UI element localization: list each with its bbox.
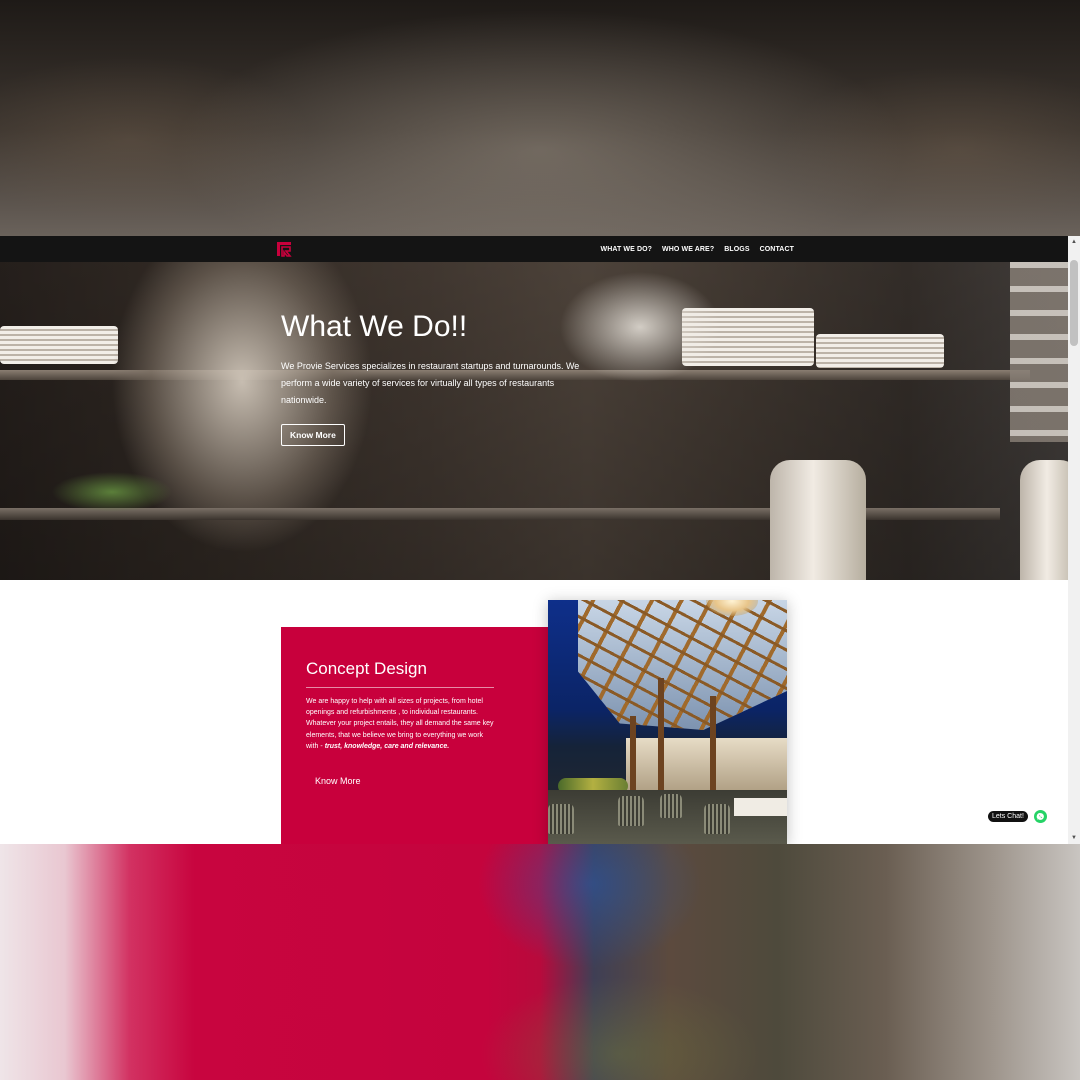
chat-widget[interactable]: Lets Chat! bbox=[988, 810, 1047, 823]
hero-section: What We Do!! We Provie Services speciali… bbox=[0, 262, 1068, 580]
hero-title: What We Do!! bbox=[281, 310, 468, 343]
concept-title: Concept Design bbox=[306, 659, 427, 678]
hero-description: We Provie Services specializes in restau… bbox=[281, 361, 580, 405]
photo-table bbox=[734, 798, 787, 816]
photo-chair bbox=[704, 804, 730, 834]
scroll-down-arrow[interactable]: ▼ bbox=[1068, 832, 1080, 844]
scrollbar[interactable]: ▲ ▼ bbox=[1068, 236, 1080, 844]
concept-know-more-button[interactable]: Know More bbox=[315, 776, 361, 786]
logo-icon[interactable] bbox=[276, 241, 292, 257]
concept-design-card: Concept Design We are happy to help with… bbox=[281, 627, 548, 844]
background-blur-top bbox=[0, 0, 1080, 236]
nav-item-blogs[interactable]: BLOGS bbox=[724, 246, 749, 253]
nav-item-who-we-are[interactable]: WHO WE ARE? bbox=[662, 246, 714, 253]
whatsapp-icon[interactable] bbox=[1033, 810, 1047, 823]
hero-image-plates bbox=[0, 326, 118, 364]
hero-image-bottle bbox=[770, 460, 866, 580]
scroll-up-arrow[interactable]: ▲ bbox=[1068, 236, 1080, 248]
photo-chair bbox=[660, 794, 682, 818]
concept-divider bbox=[306, 687, 494, 688]
hero-image-plates bbox=[816, 334, 944, 368]
know-more-button[interactable]: Know More bbox=[281, 424, 345, 446]
photo-chair bbox=[618, 796, 644, 826]
browser-viewport: WHAT WE DO? WHO WE ARE? BLOGS CONTACT Wh… bbox=[0, 236, 1080, 844]
hero-image-greens bbox=[52, 472, 172, 512]
photo-chair bbox=[548, 804, 574, 834]
concept-description: We are happy to help with all sizes of p… bbox=[306, 696, 496, 752]
chat-label[interactable]: Lets Chat! bbox=[988, 811, 1028, 822]
hero-image-rack bbox=[1010, 262, 1068, 442]
nav-item-contact[interactable]: CONTACT bbox=[760, 246, 794, 253]
nav-menu: WHAT WE DO? WHO WE ARE? BLOGS CONTACT bbox=[601, 236, 794, 262]
concept-photo bbox=[548, 600, 787, 844]
hero-image-bottle bbox=[1020, 460, 1068, 580]
navbar: WHAT WE DO? WHO WE ARE? BLOGS CONTACT bbox=[0, 236, 1068, 262]
photo-building bbox=[626, 738, 787, 798]
concept-description-emphasis: trust, knowledge, care and relevance. bbox=[324, 742, 450, 750]
nav-item-what-we-do[interactable]: WHAT WE DO? bbox=[601, 246, 653, 253]
photo-pergola-roof bbox=[578, 600, 787, 730]
scroll-thumb[interactable] bbox=[1070, 260, 1078, 346]
background-blur-bottom bbox=[0, 844, 1080, 1080]
